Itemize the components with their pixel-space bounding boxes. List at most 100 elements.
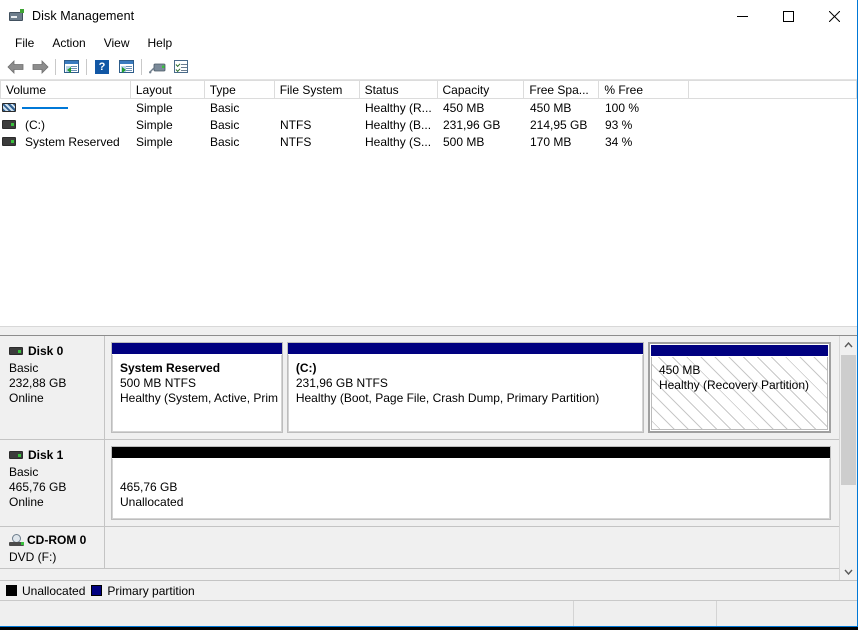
column-header-percent-free[interactable]: % Free [599, 80, 690, 98]
chevron-down-icon[interactable] [840, 563, 857, 580]
toolbar: ? [0, 54, 857, 80]
disk-title-cdrom: CD-ROM 0 [9, 533, 104, 547]
legend-label-unallocated: Unallocated [22, 583, 86, 598]
disk-name-label: Disk 0 [28, 344, 64, 358]
show-hide-console-tree-icon[interactable] [59, 56, 83, 78]
volume-percent-free-cell: 93 % [605, 117, 633, 132]
disk-row-1[interactable]: Disk 1 Basic 465,76 GB Online 465,76 GB … [0, 440, 839, 527]
scrollbar-track[interactable] [840, 353, 857, 563]
disk-management-icon [9, 8, 25, 24]
menu-item-view[interactable]: View [95, 34, 139, 52]
table-row[interactable]: (C:) Simple Basic NTFS Healthy (B... 231… [0, 116, 857, 133]
volume-filesystem-cell [275, 99, 360, 116]
disk-info-1: Disk 1 Basic 465,76 GB Online [0, 440, 105, 526]
partition-status: Unallocated [120, 495, 184, 509]
disk-partitions-1: 465,76 GB Unallocated [105, 440, 839, 526]
volume-percent-free-cell: 34 % [605, 134, 633, 149]
disk-title-0: Disk 0 [9, 344, 104, 358]
column-header-layout[interactable]: Layout [130, 80, 205, 98]
chevron-up-icon[interactable] [840, 336, 857, 353]
disk-size-label: 232,88 GB [9, 376, 67, 390]
disk-status-label: Online [9, 495, 44, 509]
table-row[interactable]: System Reserved Simple Basic NTFS Health… [0, 133, 857, 150]
cdrom-icon [9, 534, 24, 546]
partition-status: Healthy (Boot, Page File, Crash Dump, Pr… [295, 391, 600, 405]
partition-size: 450 MB [658, 363, 701, 377]
partition-bar [650, 345, 829, 357]
volume-capacity-cell: 500 MB [443, 134, 485, 149]
partition-recovery[interactable]: 450 MB Healthy (Recovery Partition) [647, 342, 832, 433]
volume-type-cell: Basic [210, 117, 240, 132]
partition-status: Healthy (System, Active, Prim [120, 391, 279, 405]
partition-body: System Reserved 500 MB NTFS Healthy (Sys… [112, 355, 282, 432]
legend-label-primary-partition: Primary partition [107, 583, 195, 598]
menu-item-help[interactable]: Help [139, 34, 182, 52]
back-arrow-icon[interactable] [4, 56, 28, 78]
volume-icon [2, 137, 16, 146]
show-action-pane-icon[interactable] [114, 56, 138, 78]
volume-capacity-cell: 450 MB [443, 100, 485, 115]
maximize-icon[interactable] [765, 0, 811, 32]
volume-name-label: System Reserved [25, 134, 120, 149]
status-pane-1 [0, 601, 574, 626]
close-icon[interactable] [811, 0, 857, 32]
column-header-status[interactable]: Status [359, 80, 438, 98]
scrollbar-thumb[interactable] [841, 355, 856, 485]
properties-icon[interactable] [169, 56, 193, 78]
partition-c-drive[interactable]: (C:) 231,96 GB NTFS Healthy (Boot, Page … [286, 342, 644, 433]
column-header-capacity[interactable]: Capacity [437, 80, 525, 98]
partition-status: Healthy (Recovery Partition) [658, 378, 810, 392]
partition-unallocated[interactable]: 465,76 GB Unallocated [111, 446, 831, 520]
status-pane-3 [717, 601, 857, 626]
volume-name-cell[interactable]: (C:) [0, 116, 131, 133]
column-header-free-space[interactable]: Free Spa... [524, 80, 600, 98]
connect-to-another-computer-icon[interactable] [145, 56, 169, 78]
legend-item-primary-partition: Primary partition [91, 583, 195, 598]
disk-management-window: Disk Management File Action View Help ? … [0, 0, 858, 627]
disk-partitions-cdrom [105, 527, 839, 568]
volume-layout-cell: Simple [136, 134, 173, 149]
volume-capacity-cell: 231,96 GB [443, 117, 501, 132]
column-header-blank[interactable] [689, 80, 857, 98]
disk-type-label: Basic [9, 465, 39, 479]
minimize-icon[interactable] [719, 0, 765, 32]
partition-system-reserved[interactable]: System Reserved 500 MB NTFS Healthy (Sys… [111, 342, 283, 433]
help-icon[interactable]: ? [90, 56, 114, 78]
volume-type-cell: Basic [210, 100, 240, 115]
disk-title-1: Disk 1 [9, 448, 104, 462]
disk-size-label: 465,76 GB [9, 480, 67, 494]
volume-icon [2, 120, 16, 129]
volume-list-header: Volume Layout Type File System Status Ca… [0, 80, 857, 99]
volume-name-cell[interactable] [0, 99, 131, 116]
disk-row-cdrom[interactable]: CD-ROM 0 DVD (F:) [0, 527, 839, 569]
primary-partition-swatch-icon [91, 585, 103, 596]
menu-item-file[interactable]: File [6, 34, 43, 52]
volume-percent-free-cell: 100 % [605, 100, 640, 115]
partition-body: 465,76 GB Unallocated [112, 459, 830, 519]
legend-item-unallocated: Unallocated [6, 584, 85, 598]
column-header-file-system[interactable]: File System [274, 80, 360, 98]
table-row[interactable]: Simple Basic Healthy (R... 450 MB 450 MB… [0, 99, 857, 116]
panel-splitter[interactable] [0, 326, 857, 336]
unallocated-swatch-icon [6, 585, 17, 596]
disk-info-cdrom: CD-ROM 0 DVD (F:) [0, 527, 105, 568]
menu-item-action[interactable]: Action [43, 34, 94, 52]
disk-row-0[interactable]: Disk 0 Basic 232,88 GB Online System Res… [0, 336, 839, 440]
volume-name-cell[interactable]: System Reserved [0, 133, 131, 150]
disk-info-0: Disk 0 Basic 232,88 GB Online [0, 336, 105, 439]
forward-arrow-icon[interactable] [28, 56, 52, 78]
column-header-type[interactable]: Type [204, 80, 275, 98]
disk-graphic-panel: Disk 0 Basic 232,88 GB Online System Res… [0, 336, 857, 580]
disk-scroll-area: Disk 0 Basic 232,88 GB Online System Res… [0, 336, 839, 580]
volume-list-panel: Volume Layout Type File System Status Ca… [0, 80, 857, 326]
disk-icon [9, 347, 23, 355]
partition-title: (C:) [295, 361, 317, 375]
volume-free-space-cell: 214,95 GB [530, 117, 588, 132]
volume-status-cell: Healthy (R... [365, 100, 432, 115]
disk-partitions-0: System Reserved 500 MB NTFS Healthy (Sys… [105, 336, 839, 439]
vertical-scrollbar[interactable] [839, 336, 857, 580]
column-header-volume[interactable]: Volume [0, 80, 131, 98]
toolbar-separator [86, 58, 87, 75]
disk-name-label: CD-ROM 0 [27, 533, 87, 547]
window-controls [719, 0, 857, 32]
